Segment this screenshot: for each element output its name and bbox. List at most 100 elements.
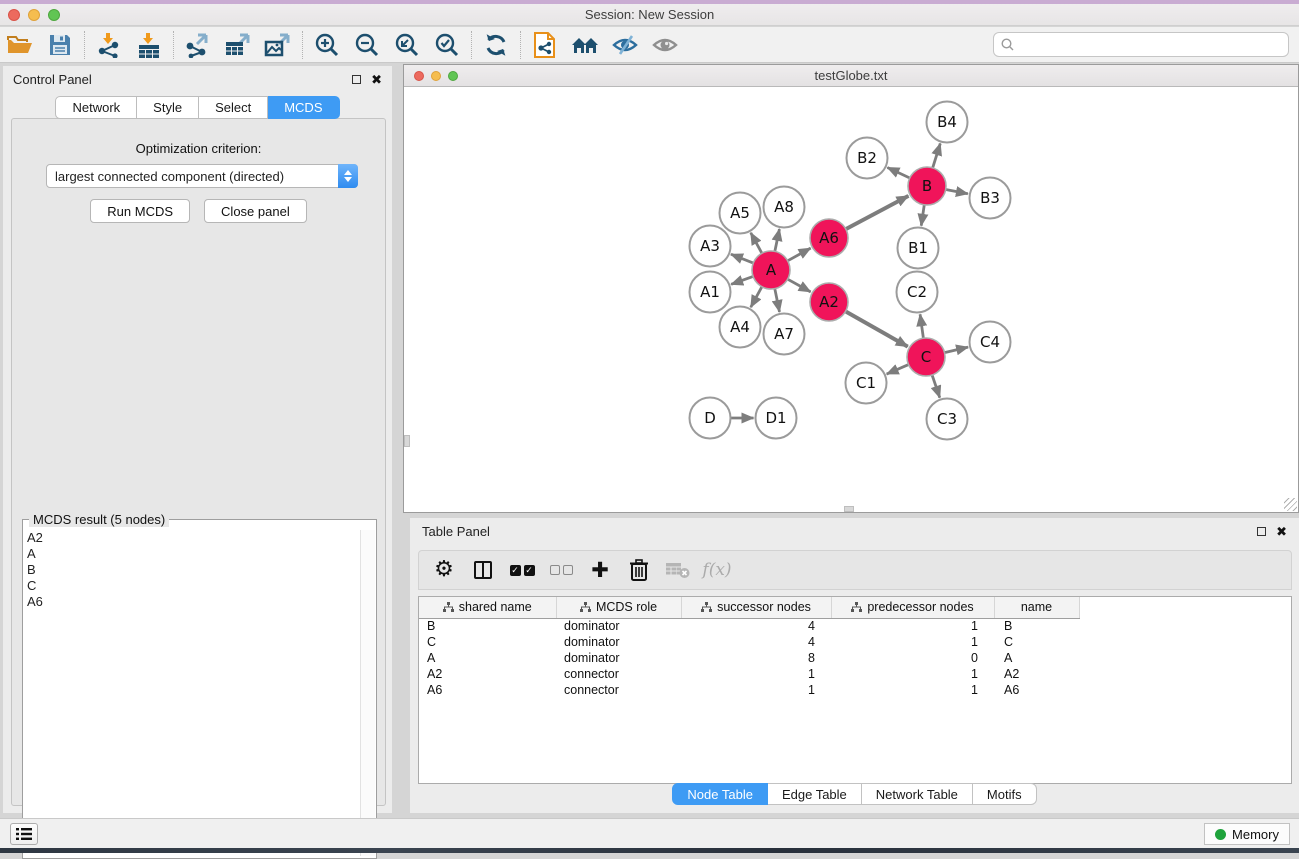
result-item[interactable]: C xyxy=(25,578,358,594)
refresh-icon xyxy=(483,32,509,58)
export-table-button[interactable] xyxy=(218,29,258,61)
split-panel-icon xyxy=(474,561,492,579)
select-all-button[interactable]: ✓✓ xyxy=(507,555,537,585)
tab-network[interactable]: Network xyxy=(55,96,137,119)
graph-edge[interactable] xyxy=(946,190,968,194)
column-header-name[interactable]: name xyxy=(994,597,1079,618)
result-scrollbar[interactable] xyxy=(360,530,375,856)
graph-edge[interactable] xyxy=(846,311,908,346)
table-row[interactable]: Adominator80A xyxy=(419,650,1079,666)
result-item[interactable]: A xyxy=(25,546,358,562)
graph-node-label: A7 xyxy=(774,325,794,343)
split-panel-button[interactable] xyxy=(468,555,498,585)
add-column-button[interactable]: ✚ xyxy=(585,555,615,585)
node-table-body: Bdominator41BCdominator41CAdominator80AA… xyxy=(419,618,1079,698)
result-item[interactable]: A6 xyxy=(25,594,358,610)
delete-table-button[interactable] xyxy=(663,555,693,585)
eye-icon xyxy=(651,33,679,57)
zoom-in-button[interactable] xyxy=(307,29,347,61)
control-panel-title: Control Panel xyxy=(13,72,92,87)
window-resize-grip[interactable] xyxy=(1284,498,1297,511)
graph-edge[interactable] xyxy=(933,143,941,167)
table-panel-title: Table Panel xyxy=(422,524,490,539)
export-image-button[interactable] xyxy=(258,29,298,61)
float-table-panel-icon[interactable] xyxy=(1257,527,1266,536)
column-header-successor-nodes[interactable]: successor nodes xyxy=(681,597,831,618)
close-panel-icon[interactable]: ✖ xyxy=(371,75,382,84)
memory-label: Memory xyxy=(1232,827,1279,842)
zoom-selected-button[interactable] xyxy=(427,29,467,61)
zoom-fit-icon xyxy=(394,32,420,58)
network-canvas[interactable]: B4B2BB3A8A5A6A3B1AA1C2A2A4A7C4CC1DC3D1 xyxy=(404,87,1298,512)
canvas-vscroll-thumb[interactable] xyxy=(404,435,410,447)
tab-network-table[interactable]: Network Table xyxy=(862,783,973,805)
list-icon xyxy=(16,827,32,841)
memory-button[interactable]: Memory xyxy=(1204,823,1290,845)
column-header-predecessor-nodes[interactable]: predecessor nodes xyxy=(831,597,994,618)
graph-edge[interactable] xyxy=(944,347,968,353)
export-table-icon xyxy=(224,32,252,58)
graph-edge[interactable] xyxy=(731,276,753,284)
graph-edge[interactable] xyxy=(731,254,753,263)
result-item[interactable]: A2 xyxy=(25,530,358,546)
delete-columns-button[interactable] xyxy=(624,555,654,585)
graph-edge[interactable] xyxy=(887,365,909,374)
home-button[interactable] xyxy=(565,29,605,61)
network-graph[interactable]: B4B2BB3A8A5A6A3B1AA1C2A2A4A7C4CC1DC3D1 xyxy=(404,87,1298,512)
canvas-hscroll-thumb[interactable] xyxy=(844,506,854,512)
table-row[interactable]: Cdominator41C xyxy=(419,634,1079,650)
graph-edge[interactable] xyxy=(751,233,762,254)
tab-select[interactable]: Select xyxy=(199,96,268,119)
graph-edge[interactable] xyxy=(751,287,762,308)
save-session-button[interactable] xyxy=(40,29,80,61)
graph-node-label: A3 xyxy=(700,237,720,255)
zoom-out-button[interactable] xyxy=(347,29,387,61)
tab-style[interactable]: Style xyxy=(137,96,199,119)
open-session-button[interactable] xyxy=(0,29,40,61)
export-network-button[interactable] xyxy=(178,29,218,61)
close-table-panel-icon[interactable]: ✖ xyxy=(1276,527,1287,536)
float-panel-icon[interactable] xyxy=(352,75,361,84)
deselect-all-button[interactable] xyxy=(546,555,576,585)
tab-motifs[interactable]: Motifs xyxy=(973,783,1037,805)
result-item[interactable]: B xyxy=(25,562,358,578)
graph-edge[interactable] xyxy=(920,314,923,338)
graph-edge[interactable] xyxy=(788,279,811,292)
zoom-fit-button[interactable] xyxy=(387,29,427,61)
table-settings-button[interactable]: ⚙ xyxy=(429,555,459,585)
graph-edge[interactable] xyxy=(775,229,780,251)
table-row[interactable]: A6connector11A6 xyxy=(419,682,1079,698)
refresh-button[interactable] xyxy=(476,29,516,61)
run-mcds-button[interactable]: Run MCDS xyxy=(90,199,190,223)
hide-selected-button[interactable] xyxy=(605,29,645,61)
graph-edge[interactable] xyxy=(788,248,811,261)
show-log-button[interactable] xyxy=(10,823,38,845)
search-input[interactable] xyxy=(1014,34,1288,55)
network-window-titlebar[interactable]: testGlobe.txt xyxy=(404,65,1298,87)
graph-edge[interactable] xyxy=(846,196,909,229)
search-field[interactable] xyxy=(993,32,1289,57)
import-table-button[interactable] xyxy=(129,29,169,61)
import-network-button[interactable] xyxy=(89,29,129,61)
show-all-button[interactable] xyxy=(645,29,685,61)
tab-node-table[interactable]: Node Table xyxy=(672,783,768,805)
tab-edge-table[interactable]: Edge Table xyxy=(768,783,862,805)
criterion-select[interactable]: largest connected component (directed) xyxy=(46,164,358,188)
column-header-shared-name[interactable]: shared name xyxy=(419,597,556,618)
session-document-icon xyxy=(533,31,557,59)
close-panel-button[interactable]: Close panel xyxy=(204,199,307,223)
graph-edge[interactable] xyxy=(775,289,780,312)
graph-edge[interactable] xyxy=(932,375,940,398)
plus-icon: ✚ xyxy=(591,558,609,582)
table-row[interactable]: Bdominator41B xyxy=(419,618,1079,634)
open-session-file-button[interactable] xyxy=(525,29,565,61)
graph-edge[interactable] xyxy=(921,205,924,226)
function-builder-button[interactable]: f(x) xyxy=(702,555,732,585)
graph-edge[interactable] xyxy=(887,168,909,178)
table-row[interactable]: A2connector11A2 xyxy=(419,666,1079,682)
import-table-icon xyxy=(136,32,162,58)
toolbar-separator xyxy=(173,31,174,59)
column-header-mcds-role[interactable]: MCDS role xyxy=(556,597,681,618)
export-image-icon xyxy=(264,32,292,58)
tab-mcds[interactable]: MCDS xyxy=(268,96,339,119)
